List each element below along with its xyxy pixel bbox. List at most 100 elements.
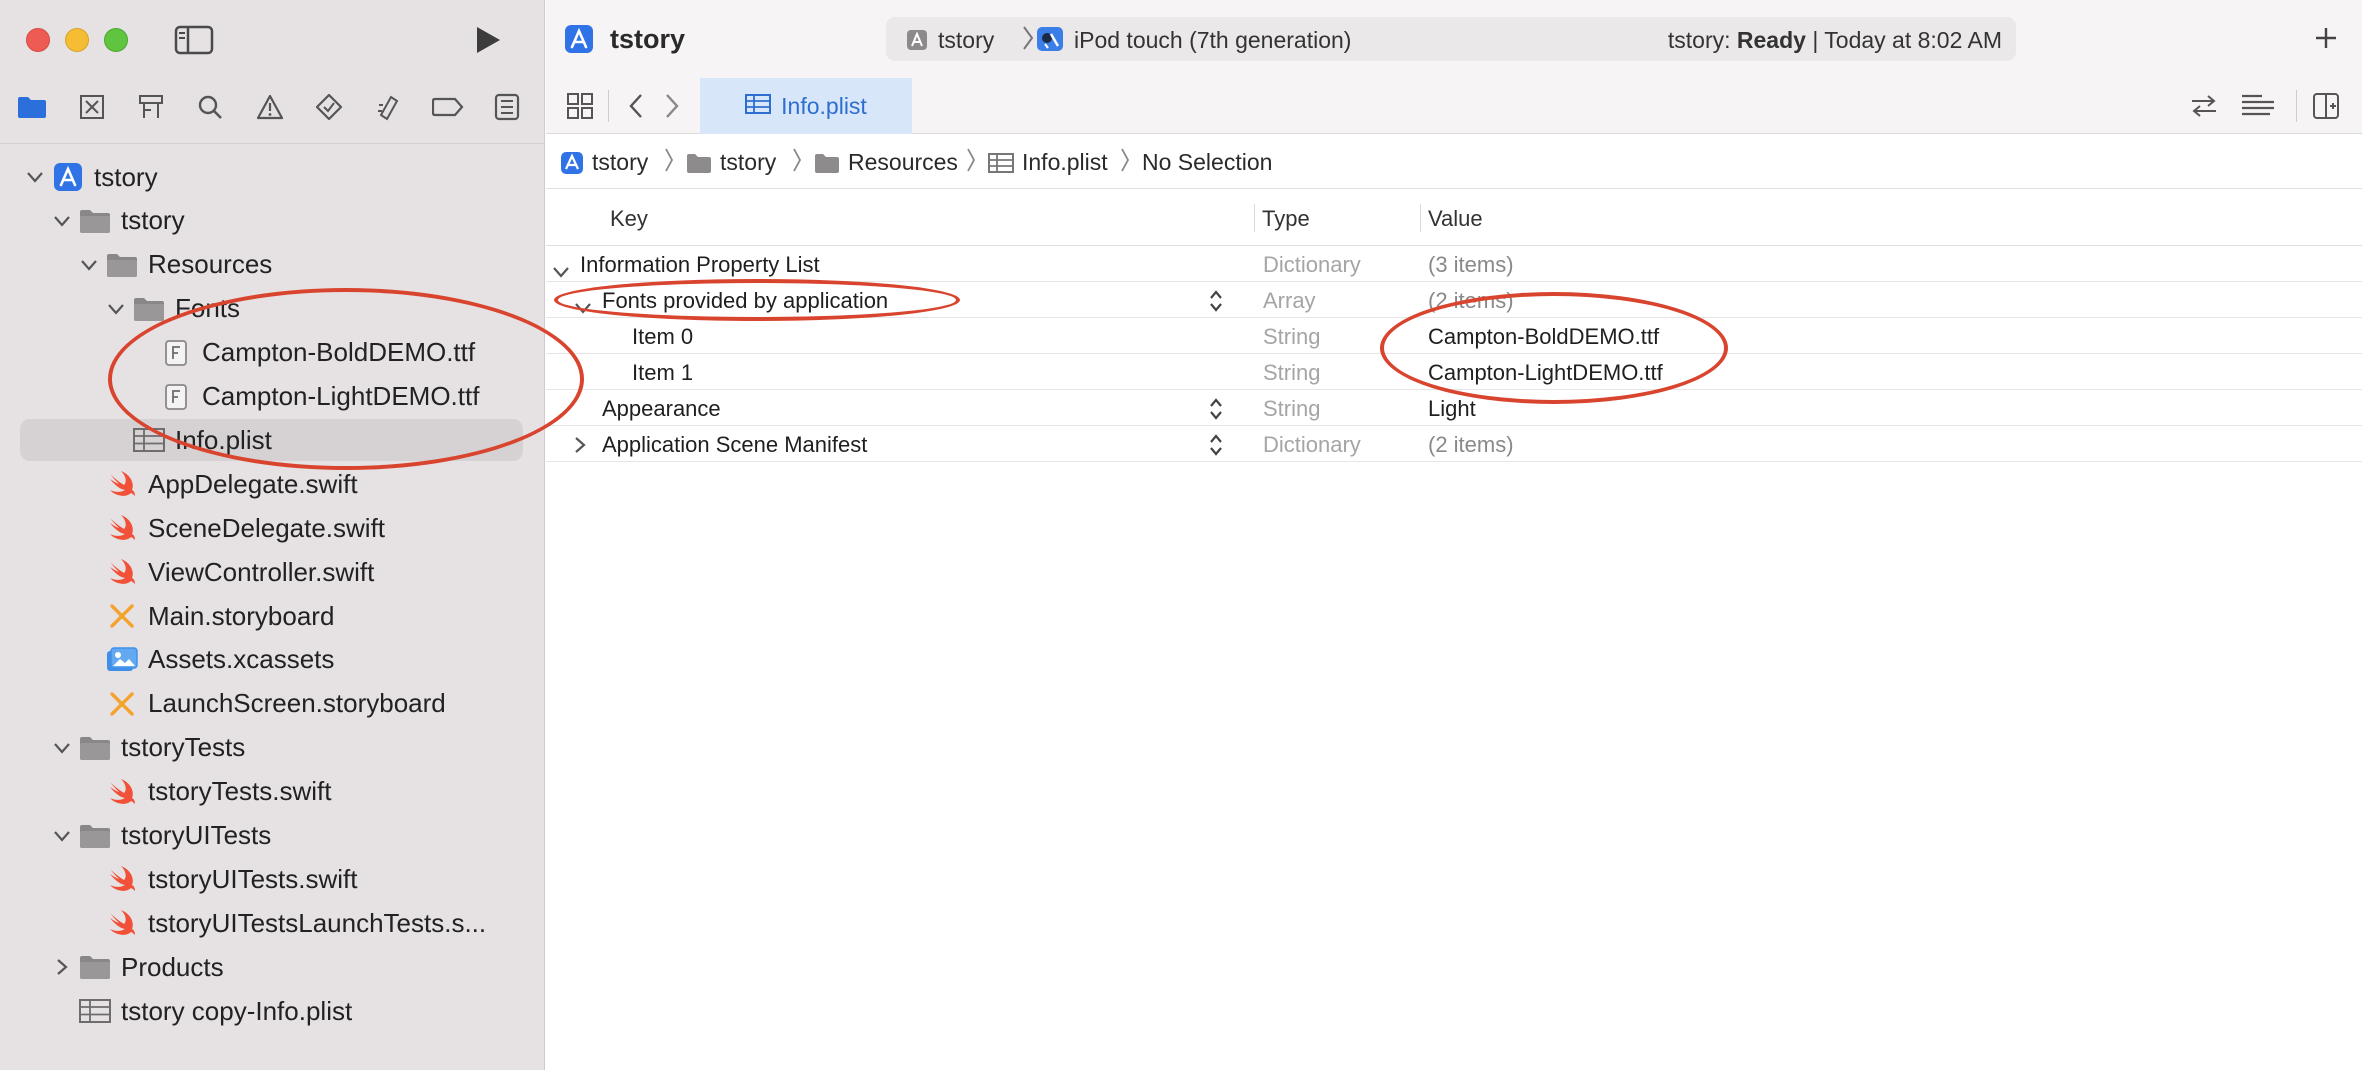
plist-row[interactable]: Application Scene Manifest Dictionary (2 i…: [546, 426, 2362, 462]
breadcrumb-label: Resources: [848, 149, 958, 175]
find-navigator-icon[interactable]: [193, 92, 227, 122]
breadcrumb-group[interactable]: tstory: [686, 149, 776, 176]
tree-item[interactable]: Fonts: [20, 288, 523, 330]
tree-item-label: Assets.xcassets: [148, 644, 335, 675]
chevron-right-icon[interactable]: [51, 956, 73, 978]
project-navigator-icon[interactable]: [15, 92, 49, 122]
tree-item-label: Campton-LightDEMO.ttf: [202, 381, 480, 411]
chevron-down-icon[interactable]: [51, 737, 73, 759]
tree-item[interactable]: Products: [20, 946, 523, 988]
test-navigator-icon[interactable]: [312, 92, 346, 122]
tree-item[interactable]: Resources: [20, 244, 523, 286]
add-library-icon[interactable]: [2310, 22, 2342, 54]
plist-type[interactable]: Dictionary: [1263, 432, 1361, 458]
plist-key[interactable]: Item 1: [632, 360, 693, 386]
zoom-window-button[interactable]: [104, 28, 128, 52]
build-status: tstory: Ready | Today at 8:02 AM: [1668, 27, 2002, 54]
tree-item[interactable]: tstory copy-Info.plist: [20, 990, 523, 1032]
tree-item[interactable]: tstoryUITestsLaunchTests.s...: [20, 902, 523, 944]
chevron-right-icon: [792, 147, 802, 179]
scheme-app-icon: [906, 29, 928, 57]
sidebar-toggle-icon[interactable]: [173, 24, 215, 56]
tree-item[interactable]: tstoryUITests: [20, 815, 523, 857]
tree-item[interactable]: AppDelegate.swift: [20, 463, 523, 505]
breadcrumb-project[interactable]: tstory: [560, 149, 648, 176]
plist-type[interactable]: String: [1263, 324, 1320, 350]
plist-row[interactable]: Appearance String Light: [546, 390, 2362, 426]
chevron-right-icon: [1120, 147, 1130, 179]
key-stepper-icon[interactable]: [1208, 288, 1224, 320]
plist-value[interactable]: (2 items): [1428, 288, 1514, 314]
tree-item[interactable]: tstoryUITests.swift: [20, 858, 523, 900]
plist-key[interactable]: Fonts provided by application: [602, 288, 888, 314]
tree-item[interactable]: Assets.xcassets: [20, 639, 523, 681]
plist-row[interactable]: Item 0 String Campton-BoldDEMO.ttf: [546, 318, 2362, 354]
destination-selector[interactable]: iPod touch (7th generation): [1074, 27, 1351, 54]
editor-options-lines-icon[interactable]: [2236, 88, 2280, 124]
plist-type[interactable]: String: [1263, 360, 1320, 386]
add-editor-split-icon[interactable]: [2308, 88, 2344, 124]
plist-key[interactable]: Application Scene Manifest: [602, 432, 867, 458]
chevron-down-icon[interactable]: [51, 825, 73, 847]
tree-item[interactable]: Campton-LightDEMO.ttf: [20, 376, 523, 418]
plist-value[interactable]: (2 items): [1428, 432, 1514, 458]
breakpoint-navigator-icon[interactable]: [431, 92, 465, 122]
tree-item-label: tstoryUITests: [121, 820, 272, 850]
plist-key[interactable]: Appearance: [602, 396, 721, 422]
forward-arrow-icon[interactable]: [654, 88, 690, 124]
compare-swap-icon[interactable]: [2186, 88, 2222, 124]
back-arrow-icon[interactable]: [618, 88, 654, 124]
symbol-navigator-icon[interactable]: [134, 92, 168, 122]
plist-value[interactable]: Light: [1428, 396, 1476, 422]
chevron-down-icon[interactable]: [24, 166, 46, 188]
breadcrumb-resources[interactable]: Resources: [814, 149, 958, 176]
project-icon: [52, 161, 84, 193]
tree-item[interactable]: LaunchScreen.storyboard: [20, 683, 523, 725]
source-control-navigator-icon[interactable]: [75, 92, 109, 122]
plist-type[interactable]: Array: [1263, 288, 1316, 314]
run-button[interactable]: [470, 22, 506, 58]
tree-item[interactable]: Main.storyboard: [20, 595, 523, 637]
tree-item[interactable]: Info.plist: [20, 419, 523, 462]
report-navigator-icon[interactable]: [490, 92, 524, 122]
plist-key[interactable]: Information Property List: [580, 252, 820, 278]
chevron-down-icon[interactable]: [552, 258, 570, 284]
tree-item[interactable]: SceneDelegate.swift: [20, 507, 523, 549]
tree-item[interactable]: ViewController.swift: [20, 551, 523, 593]
tree-item[interactable]: tstory: [20, 200, 523, 242]
minimize-window-button[interactable]: [65, 28, 89, 52]
column-value[interactable]: Value: [1428, 206, 1483, 232]
swift-icon: [106, 907, 138, 939]
column-type[interactable]: Type: [1262, 206, 1310, 232]
plist-type[interactable]: Dictionary: [1263, 252, 1361, 278]
related-items-grid-icon[interactable]: [562, 88, 598, 124]
chevron-down-icon[interactable]: [105, 298, 127, 320]
tree-item[interactable]: tstory: [20, 156, 523, 198]
key-stepper-icon[interactable]: [1208, 396, 1224, 428]
breadcrumb-selection[interactable]: No Selection: [1142, 149, 1272, 176]
key-stepper-icon[interactable]: [1208, 432, 1224, 464]
column-key[interactable]: Key: [610, 206, 648, 232]
plist-value[interactable]: Campton-LightDEMO.ttf: [1428, 360, 1663, 386]
plist-row[interactable]: Item 1 String Campton-LightDEMO.ttf: [546, 354, 2362, 390]
plist-type[interactable]: String: [1263, 396, 1320, 422]
tab-info-plist[interactable]: Info.plist: [700, 78, 912, 134]
chevron-right-icon[interactable]: [574, 434, 586, 460]
activity-viewer[interactable]: tstory iPod touch (7th generation) tstor…: [886, 17, 2016, 61]
tree-item[interactable]: tstoryTests: [20, 727, 523, 769]
plist-value[interactable]: (3 items): [1428, 252, 1514, 278]
plist-row[interactable]: Fonts provided by application Array (2 ite…: [546, 282, 2362, 318]
tree-item[interactable]: tstoryTests.swift: [20, 771, 523, 813]
chevron-down-icon[interactable]: [78, 254, 100, 276]
plist-value[interactable]: Campton-BoldDEMO.ttf: [1428, 324, 1659, 350]
plist-row[interactable]: Information Property List Dictionary (3 it…: [546, 246, 2362, 282]
chevron-down-icon[interactable]: [51, 210, 73, 232]
close-window-button[interactable]: [26, 28, 50, 52]
chevron-down-icon[interactable]: [574, 294, 592, 320]
breadcrumb-file[interactable]: Info.plist: [988, 149, 1108, 176]
issue-navigator-icon[interactable]: [253, 92, 287, 122]
debug-navigator-icon[interactable]: [372, 92, 406, 122]
tree-item[interactable]: Campton-BoldDEMO.ttf: [20, 332, 523, 374]
plist-key[interactable]: Item 0: [632, 324, 693, 350]
scheme-selector[interactable]: tstory: [938, 27, 994, 54]
